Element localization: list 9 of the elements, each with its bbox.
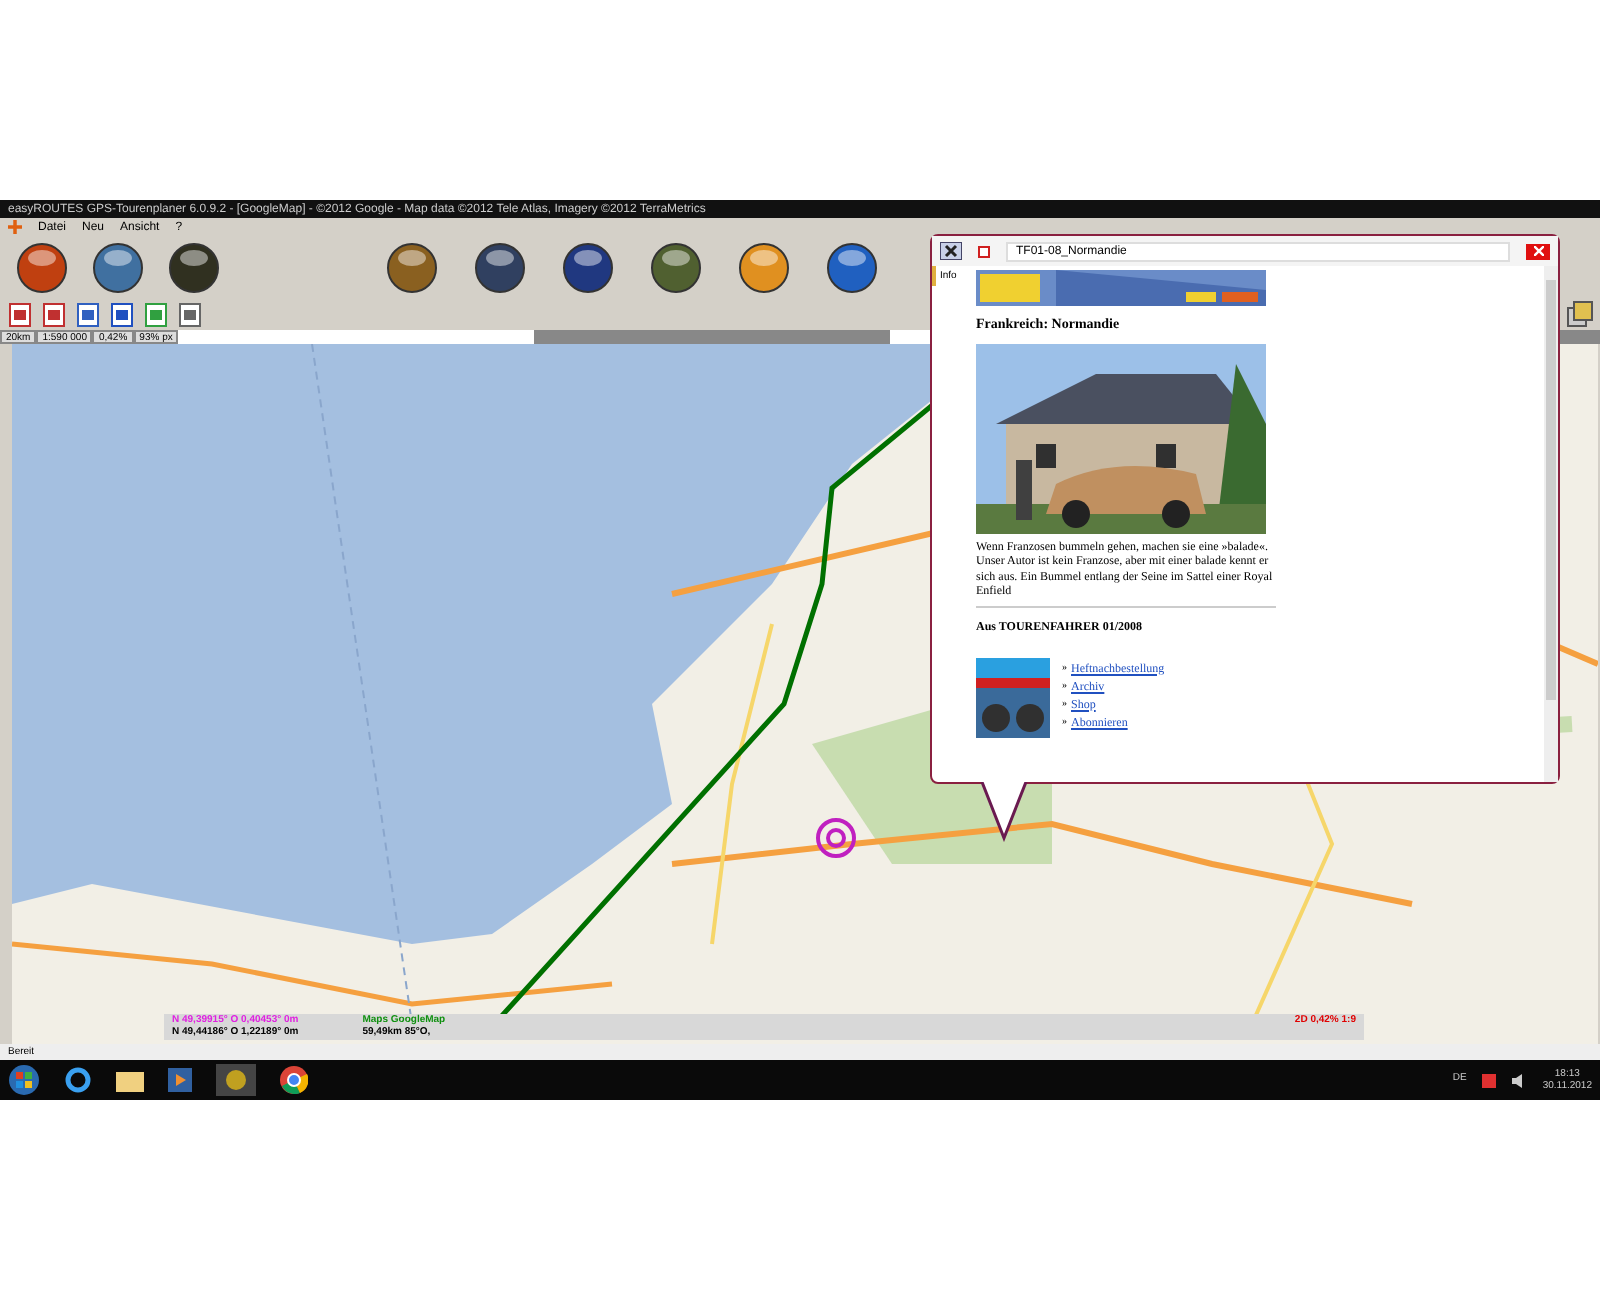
chrome-icon[interactable] [280, 1066, 308, 1094]
close-icon [1533, 246, 1543, 256]
flag-icon[interactable] [1482, 1073, 1497, 1087]
start-icon[interactable] [8, 1064, 40, 1096]
layers-icon[interactable] [1566, 300, 1594, 328]
media-player-icon[interactable] [168, 1068, 192, 1092]
close-button[interactable] [1526, 243, 1550, 259]
speaker-icon[interactable] [1512, 1073, 1527, 1087]
window-icon [978, 245, 990, 257]
